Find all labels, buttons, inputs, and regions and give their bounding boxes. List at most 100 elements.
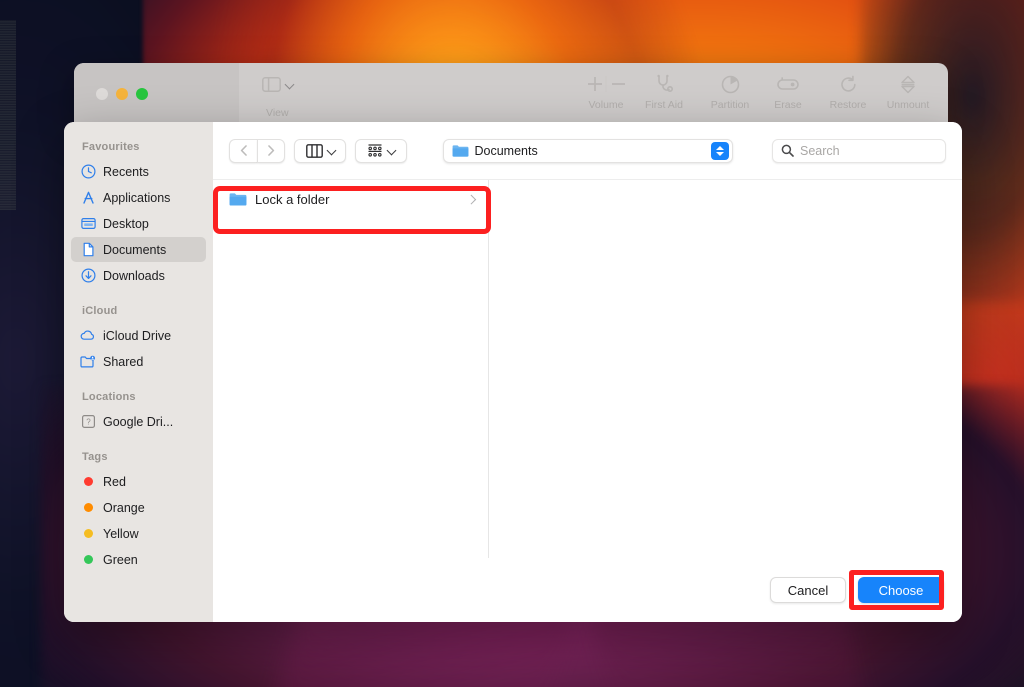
sidebar-item-icloud-drive[interactable]: iCloud Drive: [71, 323, 206, 348]
view-toggle-control[interactable]: View: [262, 77, 293, 119]
group-by-button[interactable]: [355, 138, 407, 163]
group-by-icon: [368, 143, 382, 157]
toolbar-label-volume: Volume: [588, 99, 624, 111]
chevron-down-icon: [388, 147, 395, 154]
window-traffic-lights: [96, 88, 148, 100]
eject-updown-icon: [899, 71, 917, 97]
sidebar-toggle-icon: [262, 77, 281, 92]
dialog-toolbar: Documents Search: [213, 122, 962, 179]
sidebar-label-applications: Applications: [103, 190, 171, 205]
sidebar-section-header-icloud: iCloud: [82, 305, 118, 317]
search-placeholder: Search: [800, 143, 840, 158]
search-input[interactable]: Search: [772, 138, 946, 163]
path-stepper-icon[interactable]: [710, 141, 729, 160]
toolbar-item-first-aid[interactable]: First Aid: [633, 71, 695, 111]
choose-button[interactable]: Choose: [858, 577, 944, 603]
path-popup-label: Documents: [474, 143, 538, 158]
back-button[interactable]: [229, 138, 257, 163]
sidebar-label-desktop: Desktop: [103, 216, 149, 231]
view-control-label: View: [266, 107, 289, 119]
finder-sidebar[interactable]: Favourites Recents Applications Desktop …: [64, 122, 213, 622]
navigation-buttons: [229, 138, 285, 163]
tag-dot-icon: [80, 474, 96, 490]
chevron-down-icon: [328, 147, 335, 154]
blue-folder-icon: [452, 144, 468, 157]
blue-folder-icon: [229, 192, 247, 205]
toolbar-item-restore[interactable]: Restore: [817, 71, 879, 111]
clock-icon: [80, 164, 96, 180]
path-popup-button[interactable]: Documents: [442, 138, 733, 163]
toolbar-label-restore: Restore: [829, 99, 867, 111]
download-arrow-icon: [80, 268, 96, 284]
tag-dot-icon: [80, 552, 96, 568]
document-page-icon: [80, 242, 96, 258]
sidebar-item-tag-green[interactable]: Green: [71, 547, 206, 572]
sidebar-item-tag-red[interactable]: Red: [71, 469, 206, 494]
sidebar-label-tag-yellow: Yellow: [103, 526, 139, 541]
sidebar-item-documents[interactable]: Documents: [71, 237, 206, 262]
sidebar-item-applications[interactable]: Applications: [71, 185, 206, 210]
desktop-monitor-icon: [80, 216, 96, 232]
svg-text:?: ?: [86, 418, 91, 427]
stethoscope-icon: [654, 71, 674, 97]
maximize-window-button[interactable]: [136, 88, 148, 100]
sidebar-label-google-drive: Google Dri...: [103, 414, 174, 429]
sidebar-label-tag-red: Red: [103, 474, 126, 489]
sidebar-item-google-drive[interactable]: ? Google Dri...: [71, 409, 206, 434]
sidebar-item-tag-orange[interactable]: Orange: [71, 495, 206, 520]
toolbar-label-partition: Partition: [710, 99, 750, 111]
browser-column-one[interactable]: Lock a folder: [213, 180, 489, 558]
view-mode-button[interactable]: [294, 138, 346, 163]
chevron-right-icon: [268, 145, 275, 156]
search-icon: [781, 144, 794, 157]
browser-column-two[interactable]: [489, 180, 962, 558]
shared-folder-icon: [80, 354, 96, 370]
minimize-window-button[interactable]: [116, 88, 128, 100]
chevron-left-icon: [240, 145, 247, 156]
pie-chart-icon: [721, 71, 740, 97]
tag-dot-icon: [80, 500, 96, 516]
file-name-lock-a-folder: Lock a folder: [255, 191, 330, 207]
toolbar-item-partition[interactable]: Partition: [699, 71, 761, 111]
disk-utility-window[interactable]: View Disk Utility Volume First Aid: [74, 63, 948, 125]
chevron-right-icon: [468, 196, 474, 202]
choose-folder-dialog: Favourites Recents Applications Desktop …: [64, 122, 962, 622]
plus-minus-icon: [582, 71, 630, 97]
toolbar-item-volume[interactable]: Volume: [575, 71, 637, 111]
sidebar-label-tag-green: Green: [103, 552, 138, 567]
forward-button[interactable]: [257, 138, 285, 163]
sidebar-section-header-favourites: Favourites: [82, 141, 140, 153]
restore-arrow-icon: [839, 71, 858, 97]
tag-dot-icon: [80, 526, 96, 542]
dialog-footer: Cancel Choose: [213, 558, 962, 622]
dialog-main-pane: Documents Search Lock a folder Cancel Ch…: [213, 122, 962, 622]
chevron-down-icon: [286, 81, 293, 88]
sidebar-item-recents[interactable]: Recents: [71, 159, 206, 184]
toolbar-label-unmount: Unmount: [886, 99, 930, 111]
column-view-icon: [305, 143, 323, 158]
toolbar-item-unmount[interactable]: Unmount: [877, 71, 939, 111]
cloud-icon: [80, 328, 96, 344]
sidebar-item-downloads[interactable]: Downloads: [71, 263, 206, 288]
close-window-button[interactable]: [96, 88, 108, 100]
wallpaper-edge-artifact: [0, 20, 16, 210]
applications-a-icon: [80, 190, 96, 206]
toolbar-label-first-aid: First Aid: [645, 99, 683, 111]
sidebar-item-desktop[interactable]: Desktop: [71, 211, 206, 236]
sidebar-item-tag-yellow[interactable]: Yellow: [71, 521, 206, 546]
sidebar-label-downloads: Downloads: [103, 268, 165, 283]
column-browser: Lock a folder: [213, 179, 962, 558]
toolbar-label-erase: Erase: [774, 99, 802, 111]
toolbar-item-erase[interactable]: Erase: [757, 71, 819, 111]
sidebar-label-shared: Shared: [103, 354, 144, 369]
sidebar-section-header-locations: Locations: [82, 391, 136, 403]
sidebar-label-documents: Documents: [103, 242, 167, 257]
sidebar-label-recents: Recents: [103, 164, 149, 179]
sidebar-item-shared[interactable]: Shared: [71, 349, 206, 374]
question-box-icon: ?: [80, 414, 96, 430]
sidebar-label-icloud-drive: iCloud Drive: [103, 328, 172, 343]
cancel-button[interactable]: Cancel: [770, 577, 846, 603]
sidebar-label-tag-orange: Orange: [103, 500, 145, 515]
file-row-lock-a-folder[interactable]: Lock a folder: [220, 186, 481, 212]
erase-drive-icon: [777, 71, 799, 97]
